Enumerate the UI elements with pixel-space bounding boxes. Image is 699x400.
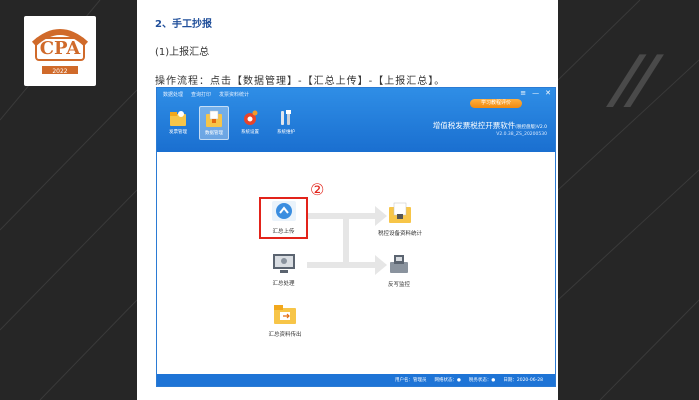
logo-text: CPA [39, 38, 81, 59]
status-date: 日期：2020-06-28 [503, 378, 543, 383]
logo-year: 2022 [52, 68, 68, 75]
anti-counterfeit-node[interactable]: 反写监控 [379, 252, 419, 288]
device-icon [390, 255, 408, 273]
device-stats-node[interactable]: 税控设备资料统计 [375, 201, 425, 237]
status-tax: 税务状态：● [468, 378, 496, 383]
status-user: 用户名：管理员 [394, 378, 427, 383]
export-folder-icon [274, 305, 296, 324]
summary-process-node[interactable]: 汇总处理 [261, 251, 306, 287]
step-number-annotation: ② [310, 180, 325, 199]
node-label: 反写监控 [387, 282, 410, 288]
node-label: 汇总处理 [272, 281, 295, 287]
flow-connectors [307, 206, 387, 275]
highlight-box [259, 197, 308, 239]
monitor-icon [272, 254, 295, 273]
status-bar: 用户名：管理员 网络状态：● 税务状态：● 日期：2020-06-28 [157, 374, 555, 386]
status-network: 网络状态：● [434, 378, 461, 383]
node-label: 汇总资料传出 [268, 332, 302, 338]
document-page: 2、手工抄报 (1)上报汇总 操作流程：点击【数据管理】-【汇总上传】-【上报汇… [137, 0, 558, 400]
node-label: 税控设备资料统计 [377, 231, 422, 237]
subsection-title: (1)上报汇总 [155, 47, 210, 58]
cpa-logo: CPA 2022 [24, 16, 96, 86]
document-folder-icon [389, 202, 411, 223]
procedure-text: 操作流程：点击【数据管理】-【汇总上传】-【上报汇总】。 [155, 76, 446, 87]
summary-export-node[interactable]: 汇总资料传出 [257, 302, 313, 338]
app-window: 数据处理 查询打印 发票资料统计 学习教程评价 ≡ — ✕ 发票管理 数据管理 … [156, 87, 556, 387]
section-heading: 2、手工抄报 [155, 19, 212, 30]
